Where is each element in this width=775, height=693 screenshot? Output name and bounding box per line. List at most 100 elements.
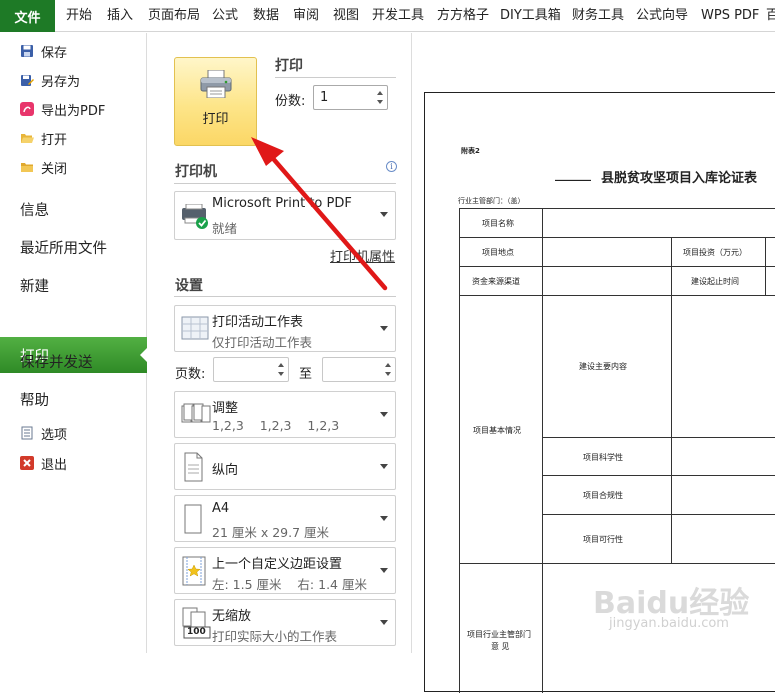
row-feasibility: 项目可行性 xyxy=(583,535,623,544)
tab-finance-tools[interactable]: 财务工具 xyxy=(572,0,624,32)
exit-icon xyxy=(20,456,34,470)
pages-to-down-arrow-icon[interactable] xyxy=(385,372,391,376)
copies-label: 份数: xyxy=(275,94,306,109)
print-scope-sub: 仅打印活动工作表 xyxy=(212,335,313,350)
settings-heading: 设置 xyxy=(175,278,203,294)
copies-value: 1 xyxy=(320,90,329,105)
row-compliance: 项目合规性 xyxy=(583,491,623,500)
printer-select[interactable]: Microsoft Print to PDF 就绪 xyxy=(174,191,396,240)
ribbon-bar: 文件 开始 插入 页面布局 公式 数据 审阅 视图 开发工具 方方格子 DIY工… xyxy=(0,0,775,32)
table-line xyxy=(459,208,460,693)
watermark-url: jingyan.baidu.com xyxy=(609,616,729,631)
paper-size-select[interactable]: A4 21 厘米 x 29.7 厘米 xyxy=(174,495,396,542)
row-opinion: 项目行业主管部门 xyxy=(467,630,531,639)
tab-formula-wizard[interactable]: 公式向导 xyxy=(636,0,688,32)
printer-heading: 打印机 xyxy=(175,164,217,180)
table-line xyxy=(459,208,775,209)
nav-open-label: 打开 xyxy=(41,132,68,148)
custom-margins-icon xyxy=(181,556,207,590)
nav-save-as[interactable]: 另存为 xyxy=(20,69,80,91)
print-scope-main: 打印活动工作表 xyxy=(212,315,304,330)
orientation-value: 纵向 xyxy=(212,463,239,478)
table-line xyxy=(542,475,775,476)
collate-main: 调整 xyxy=(212,401,239,416)
tab-wps-pdf[interactable]: WPS PDF xyxy=(701,0,759,32)
tab-insert[interactable]: 插入 xyxy=(107,0,133,32)
nav-new[interactable]: 新建 xyxy=(20,273,49,297)
options-icon xyxy=(20,426,34,440)
nav-exit[interactable]: 退出 xyxy=(20,452,67,474)
copies-spinner[interactable]: 1 xyxy=(313,85,388,110)
printer-name: Microsoft Print to PDF xyxy=(212,196,352,211)
row-funding: 资金来源渠道 xyxy=(472,277,520,286)
row-opinion-2: 意 见 xyxy=(491,642,510,651)
nav-export-pdf-label: 导出为PDF xyxy=(41,103,106,119)
tab-review[interactable]: 审阅 xyxy=(293,0,319,32)
nav-save-send[interactable]: 保存并发送 xyxy=(20,349,93,373)
table-line xyxy=(459,266,775,267)
tab-home[interactable]: 开始 xyxy=(66,0,92,32)
pages-to-up-arrow-icon[interactable] xyxy=(385,363,391,367)
nav-save-as-label: 另存为 xyxy=(41,74,81,90)
scaling-main: 无缩放 xyxy=(212,609,252,624)
info-icon[interactable]: i xyxy=(386,161,397,172)
nav-exit-label: 退出 xyxy=(41,457,68,473)
nav-options[interactable]: 选项 xyxy=(20,422,67,444)
pages-from-up-arrow-icon[interactable] xyxy=(278,363,284,367)
tab-fangfang[interactable]: 方方格子 xyxy=(437,0,489,32)
tab-formulas[interactable]: 公式 xyxy=(212,0,238,32)
tab-page-layout[interactable]: 页面布局 xyxy=(148,0,200,32)
nav-options-label: 选项 xyxy=(41,427,68,443)
printer-device-icon xyxy=(181,203,211,234)
orientation-select[interactable]: 纵向 xyxy=(174,443,396,490)
tab-file[interactable]: 文件 xyxy=(0,0,55,32)
scaling-select[interactable]: 100 无缩放 打印实际大小的工作表 xyxy=(174,599,396,646)
nav-help[interactable]: 帮助 xyxy=(20,387,49,411)
title-blank: ______ xyxy=(555,167,591,181)
copies-up-arrow-icon[interactable] xyxy=(377,91,383,95)
nav-close[interactable]: 关闭 xyxy=(20,156,67,178)
tab-baidu[interactable]: 百 xyxy=(766,0,775,32)
scaling-icon-label: 100 xyxy=(187,627,206,637)
nav-save[interactable]: 保存 xyxy=(20,40,67,62)
margins-select[interactable]: 上一个自定义边距设置 左: 1.5 厘米 右: 1.4 厘米 xyxy=(174,547,396,594)
copies-down-arrow-icon[interactable] xyxy=(377,100,383,104)
pages-from-down-arrow-icon[interactable] xyxy=(278,372,284,376)
margins-sub: 左: 1.5 厘米 右: 1.4 厘米 xyxy=(212,577,367,592)
row-basic: 项目基本情况 xyxy=(473,426,521,435)
table-line xyxy=(671,237,672,563)
printer-heading-rule xyxy=(174,183,396,184)
preview-page: 附表2 ______ 县脱贫攻坚项目入库论证表 行业主管部门：（盖） 项目名称 … xyxy=(424,92,775,693)
tab-view[interactable]: 视图 xyxy=(333,0,359,32)
row-science: 项目科学性 xyxy=(583,453,623,462)
portrait-icon xyxy=(181,452,205,486)
pages-from-spinner[interactable] xyxy=(213,357,289,382)
collate-select[interactable]: 调整 1,2,3 1,2,3 1,2,3 xyxy=(174,391,396,438)
printer-properties-link[interactable]: 打印机属性 xyxy=(330,246,395,265)
nav-open[interactable]: 打开 xyxy=(20,127,67,149)
table-line xyxy=(542,437,775,438)
no-scaling-icon: 100 xyxy=(181,607,211,643)
print-preview: 附表2 ______ 县脱贫攻坚项目入库论证表 行业主管部门：（盖） 项目名称 … xyxy=(411,33,775,693)
save-icon xyxy=(20,44,34,58)
tab-data[interactable]: 数据 xyxy=(253,0,279,32)
tab-developer[interactable]: 开发工具 xyxy=(372,0,424,32)
tab-diy-toolbox[interactable]: DIY工具箱 xyxy=(500,0,561,32)
pages-to-spinner[interactable] xyxy=(322,357,396,382)
print-button[interactable]: 打印 xyxy=(174,57,257,146)
collate-dropdown-icon xyxy=(380,412,388,417)
nav-export-pdf[interactable]: 导出为PDF xyxy=(20,98,105,120)
row-content: 建设主要内容 xyxy=(579,362,627,371)
print-heading: 打印 xyxy=(275,58,303,74)
table-line xyxy=(459,563,775,564)
sheet-icon xyxy=(181,315,209,345)
department-label: 行业主管部门：（盖） xyxy=(458,197,525,205)
nav-info[interactable]: 信息 xyxy=(20,197,49,221)
document-title: 县脱贫攻坚项目入库论证表 xyxy=(601,171,758,186)
pages-label: 页数: xyxy=(175,367,206,382)
nav-recent[interactable]: 最近所用文件 xyxy=(20,235,107,259)
printer-dropdown-icon xyxy=(380,212,388,217)
nav-close-label: 关闭 xyxy=(41,161,68,177)
row-project-investment: 项目投资（万元） xyxy=(683,248,747,257)
print-scope-select[interactable]: 打印活动工作表 仅打印活动工作表 xyxy=(174,305,396,352)
